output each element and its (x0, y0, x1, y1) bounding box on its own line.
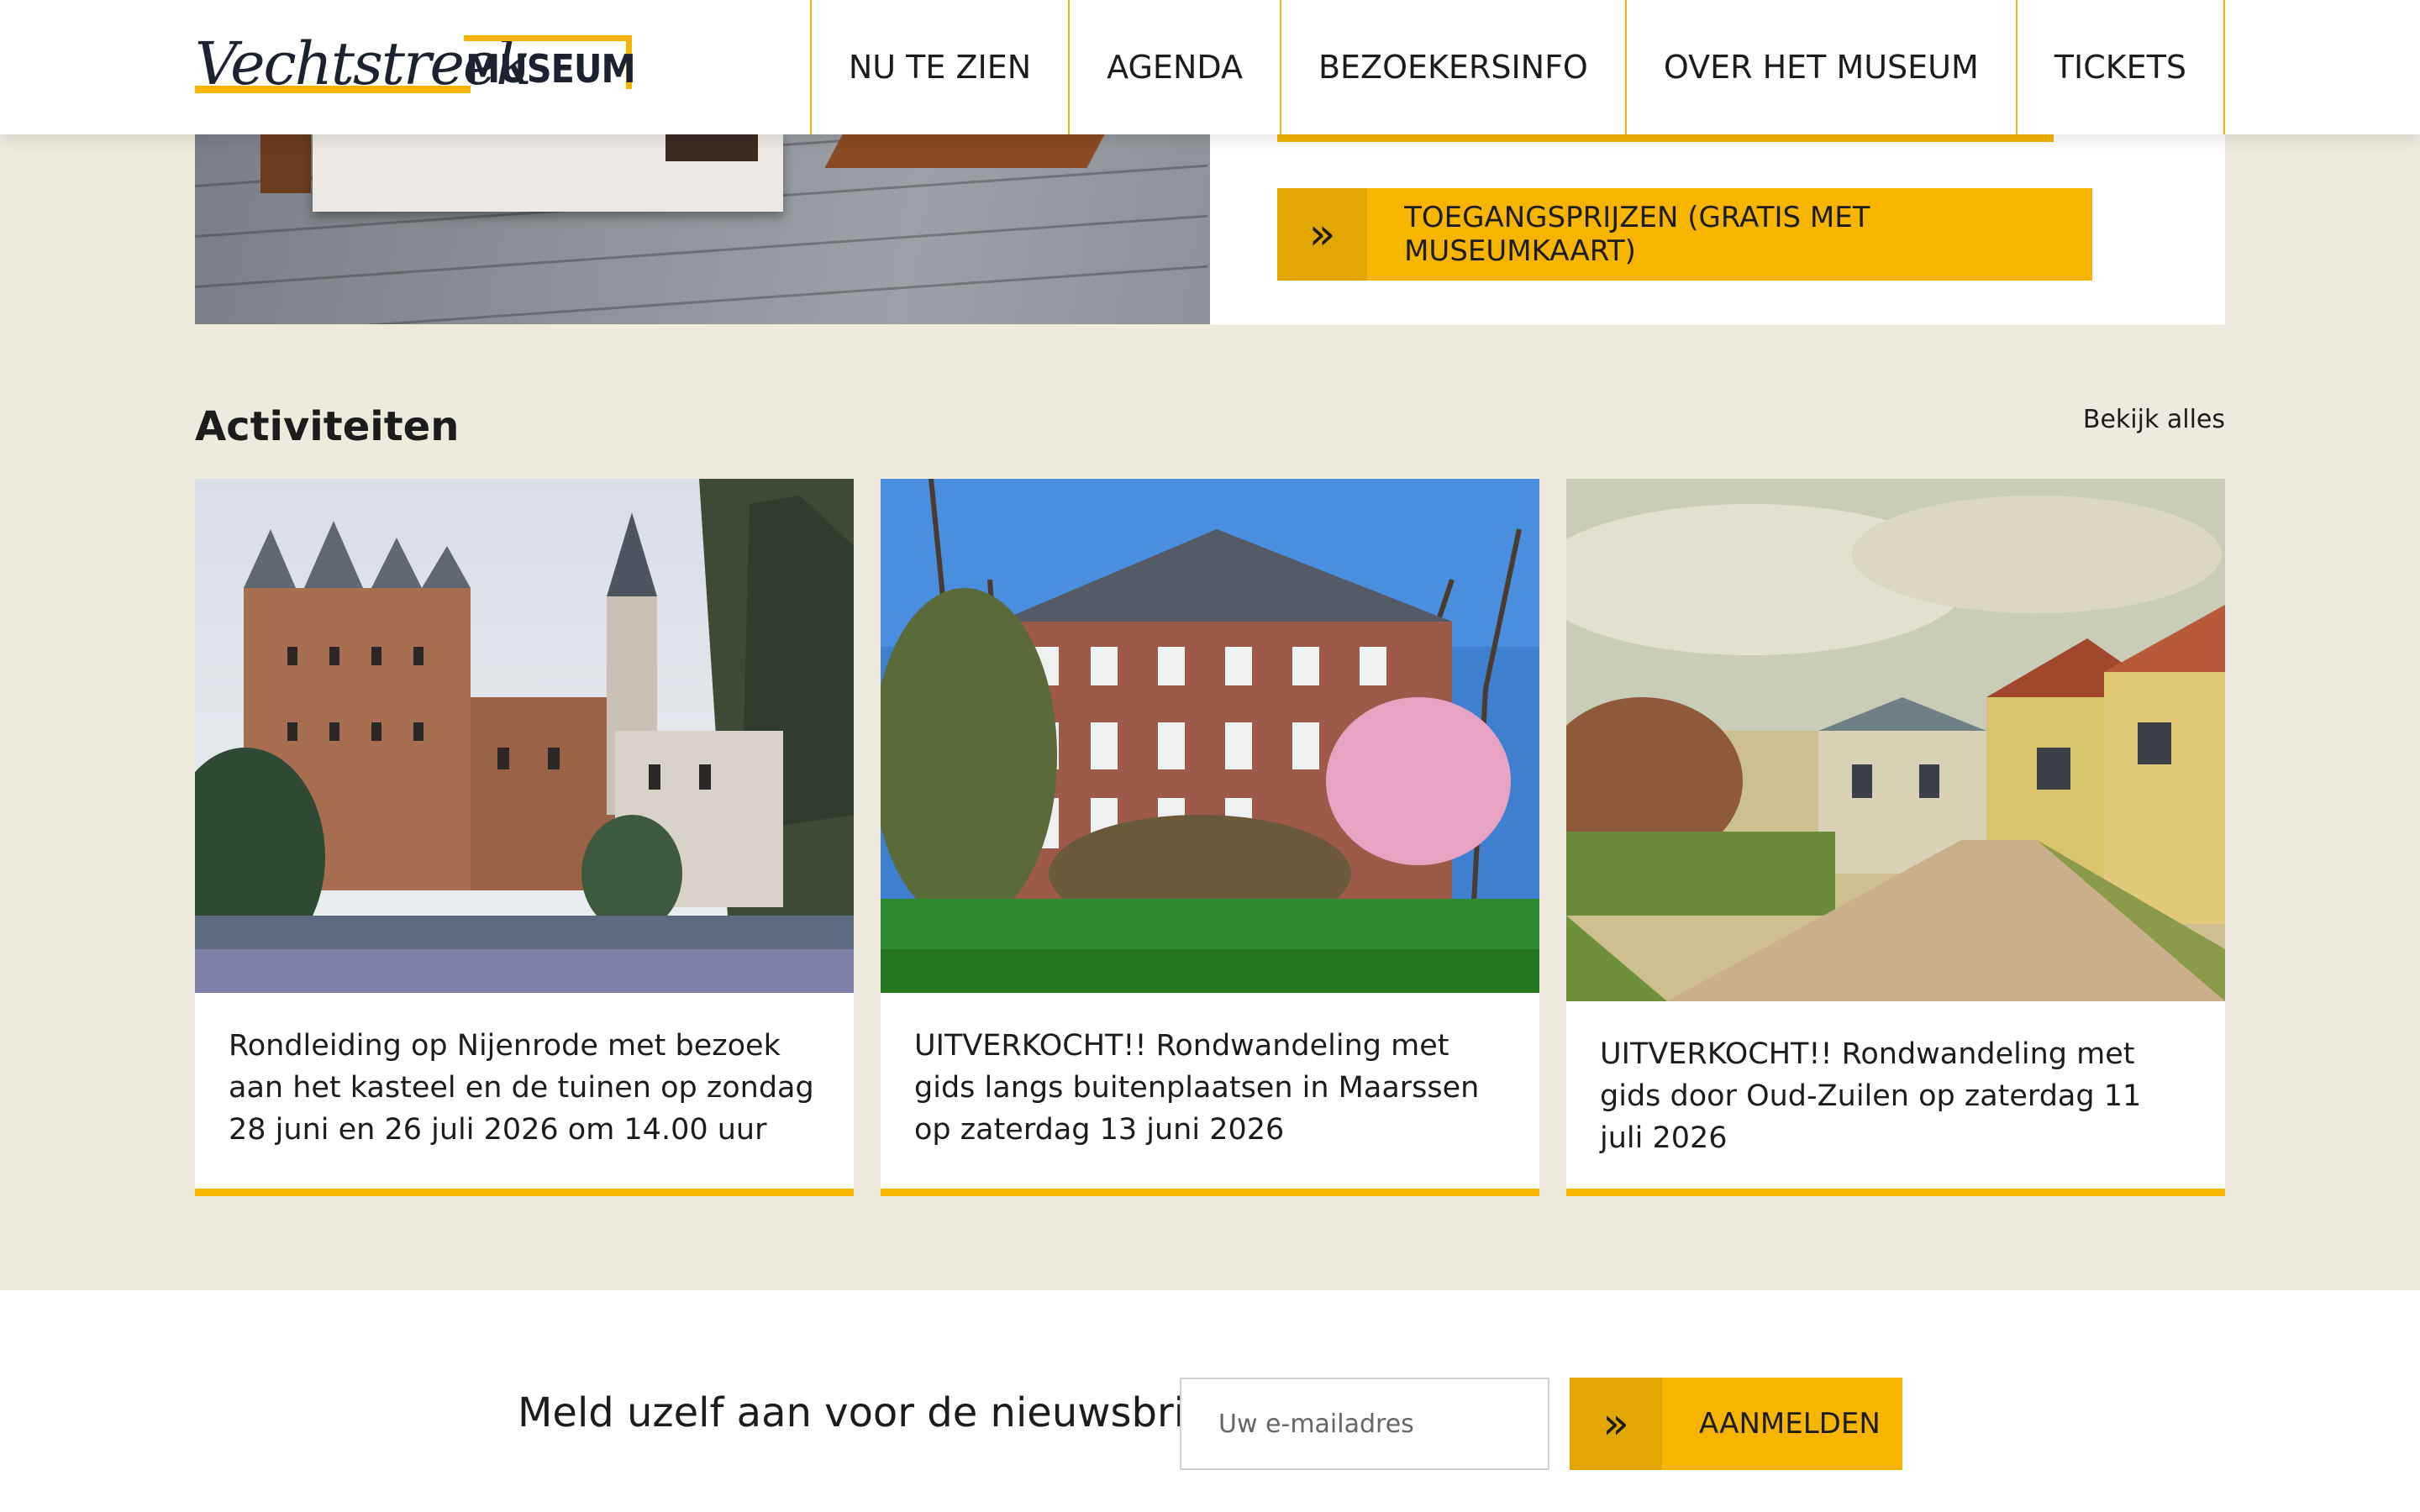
museum-logo[interactable]: Vechtstreek MUSEUM (195, 30, 636, 97)
village-street-painting (1566, 479, 2225, 1001)
nav-item-bezoekersinfo[interactable]: BEZOEKERSINFO (1279, 0, 1625, 134)
museum-interior-photo (195, 134, 1210, 324)
subscribe-button[interactable]: » AANMELDEN (1570, 1378, 1902, 1470)
subscribe-label: AANMELDEN (1699, 1407, 1881, 1441)
activity-card-title: UITVERKOCHT!! Rondwandeling met gids lan… (914, 1029, 1480, 1147)
double-chevron-right-icon: » (1570, 1378, 1662, 1470)
logo-underline (195, 86, 471, 93)
main-nav: NU TE ZIEN AGENDA BEZOEKERSINFO OVER HET… (809, 0, 2225, 134)
admission-prices-button[interactable]: » TOEGANGSPRIJZEN (GRATIS MET MUSEUMKAAR… (1277, 188, 2092, 281)
email-field[interactable] (1180, 1378, 1549, 1470)
activity-card[interactable]: UITVERKOCHT!! Rondwandeling met gids doo… (1566, 479, 2225, 1196)
site-header: Vechtstreek MUSEUM NU TE ZIEN AGENDA BEZ… (0, 0, 2420, 134)
manor-house-image (881, 479, 1539, 993)
double-chevron-right-icon: » (1277, 188, 1368, 281)
admission-prices-label: TOEGANGSPRIJZEN (GRATIS MET MUSEUMKAART) (1404, 201, 1870, 268)
activity-card-title: Rondleiding op Nijenrode met bezoek aan … (229, 1029, 814, 1147)
activity-card[interactable]: UITVERKOCHT!! Rondwandeling met gids lan… (881, 479, 1539, 1196)
visitor-info-panel: » TOEGANGSPRIJZEN (GRATIS MET MUSEUMKAAR… (1210, 134, 2225, 324)
view-all-link[interactable]: Bekijk alles (2083, 405, 2225, 434)
activity-card[interactable]: Rondleiding op Nijenrode met bezoek aan … (195, 479, 854, 1196)
nav-item-tickets[interactable]: TICKETS (2015, 0, 2225, 134)
nav-item-over-het-museum[interactable]: OVER HET MUSEUM (1624, 0, 2016, 134)
nav-item-nu-te-zien[interactable]: NU TE ZIEN (809, 0, 1068, 134)
activities-heading: Activiteiten (195, 403, 460, 450)
castle-image (195, 479, 854, 993)
activity-card-title: UITVERKOCHT!! Rondwandeling met gids doo… (1600, 1037, 2142, 1155)
newsletter-section: Meld uzelf aan voor de nieuwsbrief » AAN… (0, 1290, 2420, 1512)
nav-item-agenda[interactable]: AGENDA (1068, 0, 1280, 134)
logo-museum-text: MUSEUM (466, 46, 636, 92)
previous-button-edge[interactable] (1277, 134, 2054, 142)
newsletter-label: Meld uzelf aan voor de nieuwsbrief (518, 1389, 1224, 1436)
